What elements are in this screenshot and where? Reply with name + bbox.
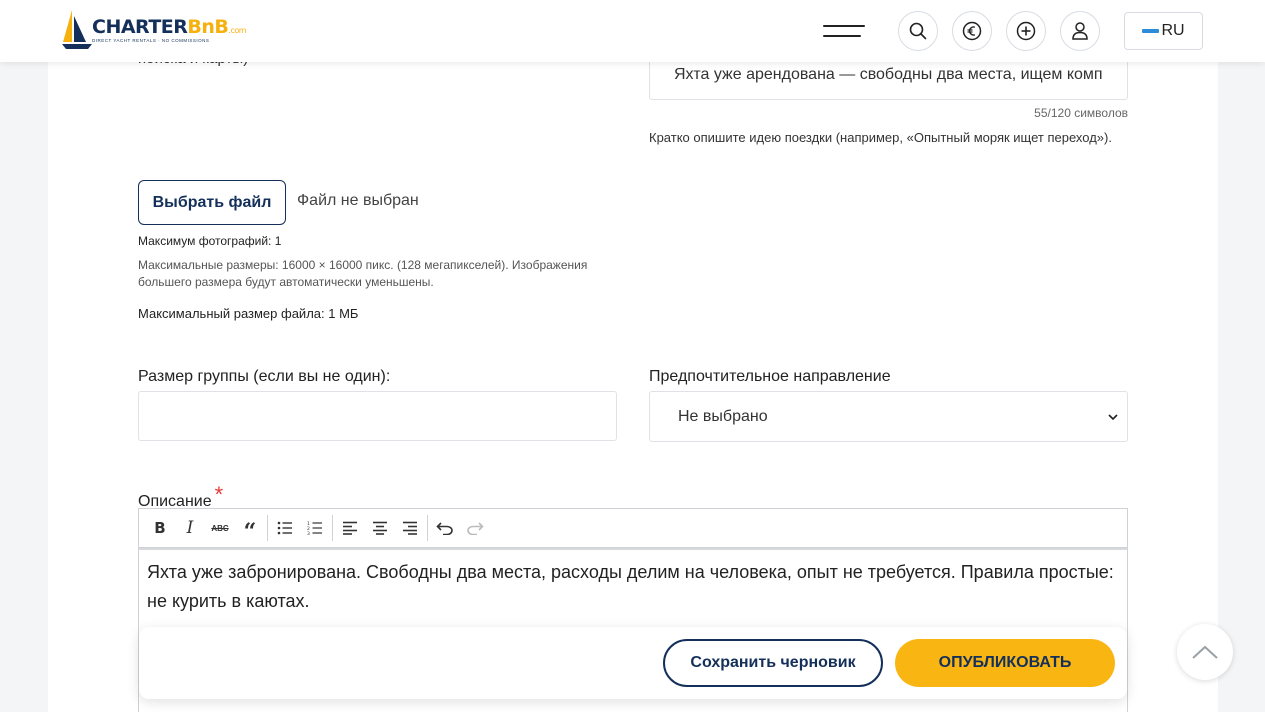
search-button[interactable] [898,11,938,51]
svg-text:3: 3 [307,531,310,535]
logo-tagline: DIRECT YACHT RENTALS · NO COMMISSIONS [92,38,210,43]
account-button[interactable] [1060,11,1100,51]
site-header: CHARTERBnB.com DIRECT YACHT RENTALS · NO… [0,0,1265,62]
undo-icon [436,522,453,535]
title-char-counter: 55/120 символов [1034,106,1128,120]
bold-button[interactable]: B [145,513,175,543]
align-center-button[interactable] [365,513,395,543]
plus-circle-icon [1016,21,1036,41]
quote-button[interactable]: “ [235,513,265,543]
direction-label: Предпочтительное направление [649,368,891,385]
save-draft-button[interactable]: Сохранить черновик [663,639,883,687]
logo-wordmark: CHARTERBnB.com [92,16,247,38]
publish-button[interactable]: ОПУБЛИКОВАТЬ [895,639,1115,687]
user-icon [1072,22,1088,40]
align-center-icon [373,521,387,535]
align-left-icon [343,521,357,535]
flag-icon [1142,29,1160,33]
add-listing-button[interactable] [1006,11,1046,51]
euro-icon [962,21,982,41]
menu-icon[interactable] [823,22,865,40]
language-label: RU [1161,22,1185,39]
bullet-list-icon [277,521,292,535]
align-right-button[interactable] [395,513,425,543]
group-size-input[interactable] [138,391,617,441]
sailboat-logo-icon [62,10,92,49]
group-size-label: Размер группы (если вы не один): [138,368,391,385]
redo-icon [467,522,484,535]
title-hint: Кратко опишите идею поездки (например, «… [649,130,1112,145]
numbered-list-icon: 123 [307,521,322,535]
strikethrough-button[interactable]: ABC [205,513,235,543]
choose-file-button[interactable]: Выбрать файл [138,180,286,225]
bullet-list-button[interactable] [270,513,300,543]
direction-selected-value: Не выбрано [678,407,768,425]
max-file-size-note: Максимальный размер файла: 1 МБ [138,306,359,321]
max-photos-note: Максимум фотографий: 1 [138,234,282,248]
file-status: Файл не выбран [297,192,419,209]
search-icon [909,22,927,40]
undo-button[interactable] [430,513,460,543]
required-mark: * [214,482,224,507]
max-dimensions-note: Максимальные размеры: 16000 × 16000 пикс… [138,258,588,289]
italic-button[interactable]: I [175,513,205,543]
chevron-down-icon [1108,414,1118,421]
align-right-icon [403,521,417,535]
currency-button[interactable] [952,11,992,51]
redo-button[interactable] [460,513,490,543]
chevron-up-icon [1192,645,1218,659]
numbered-list-button[interactable]: 123 [300,513,330,543]
site-logo[interactable]: CHARTERBnB.com DIRECT YACHT RENTALS · NO… [62,8,252,52]
direction-select[interactable]: Не выбрано [649,391,1128,442]
sticky-action-bar: Сохранить черновик ОПУБЛИКОВАТЬ [139,627,1127,699]
align-left-button[interactable] [335,513,365,543]
editor-toolbar: B I ABC “ 123 [138,508,1128,548]
scroll-to-top-button[interactable] [1177,624,1233,680]
language-selector[interactable]: RU [1124,12,1203,50]
